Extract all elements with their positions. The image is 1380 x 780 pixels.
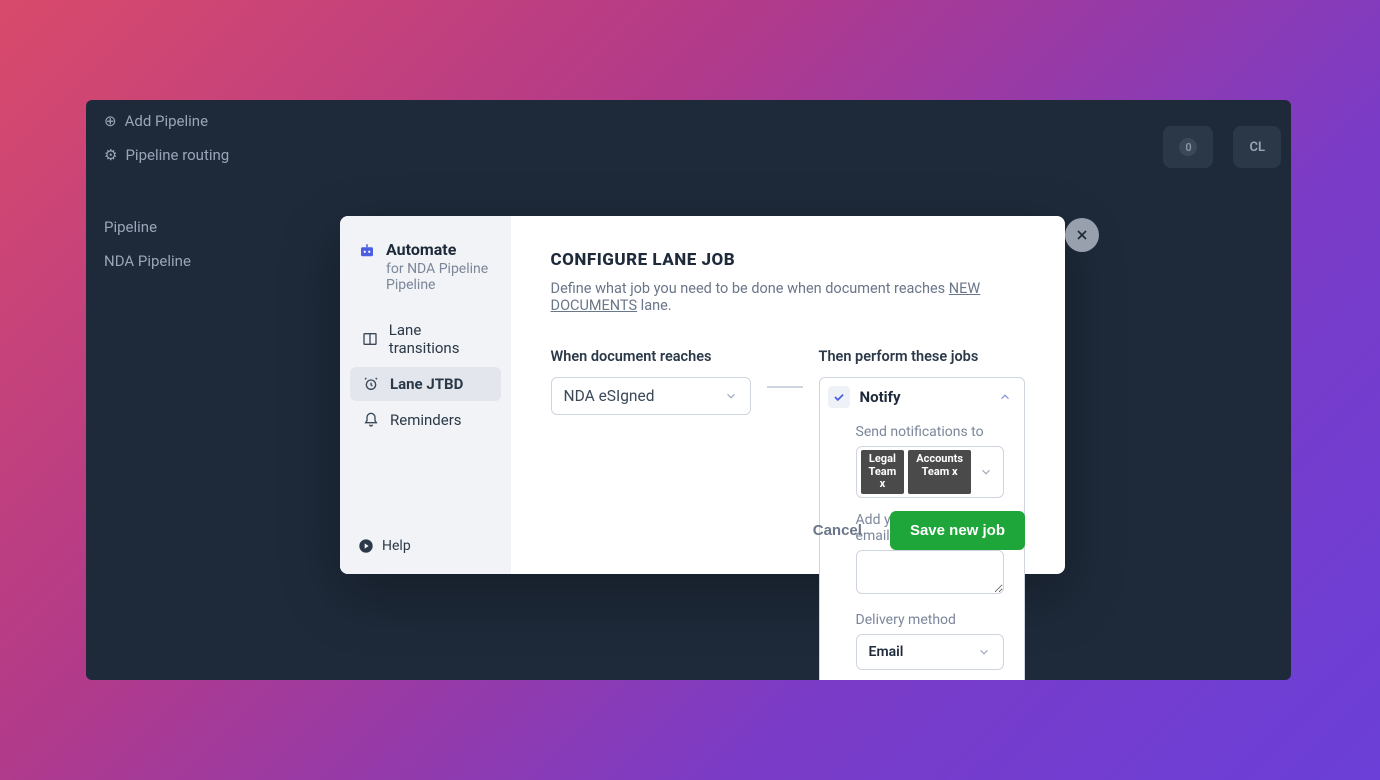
when-column: When document reaches NDA eSIgned	[551, 348, 751, 415]
sidebar-header: Automate for NDA Pipeline Pipeline	[350, 240, 501, 307]
check-icon	[828, 386, 850, 408]
modal-main: CONFIGURE LANE JOB Define what job you n…	[511, 216, 1065, 574]
sidebar-subtitle: for NDA Pipeline Pipeline	[386, 261, 493, 293]
help-link[interactable]: Help	[350, 534, 501, 558]
recipient-tag[interactable]: Accounts Team x	[908, 450, 971, 494]
robot-icon	[358, 242, 376, 293]
delivery-field: Delivery method Email	[856, 612, 1004, 670]
message-textarea[interactable]	[856, 550, 1004, 594]
connector-line	[767, 386, 803, 388]
chevron-down-icon	[724, 389, 738, 403]
save-button[interactable]: Save new job	[890, 511, 1025, 550]
chevron-down-icon	[977, 645, 991, 659]
recipients-select[interactable]: Legal Team x Accounts Team x	[856, 446, 1004, 498]
alarm-icon	[362, 376, 380, 392]
sidebar-item-label: Lane JTBD	[390, 375, 463, 393]
sidebar-item-label: Lane transitions	[389, 321, 489, 357]
sidebar-title: Automate	[386, 240, 493, 259]
sidebar-item-label: Reminders	[390, 411, 462, 429]
chevron-up-icon	[998, 390, 1012, 404]
delivery-select[interactable]: Email	[856, 634, 1004, 670]
delivery-label: Delivery method	[856, 612, 1004, 628]
recipients-field: Send notifications to Legal Team x Accou…	[856, 424, 1004, 498]
cancel-button[interactable]: Cancel	[813, 522, 862, 539]
subtitle-suffix: lane.	[637, 297, 672, 314]
sidebar-item-lane-jtbd[interactable]: Lane JTBD	[350, 367, 501, 401]
page-subtitle: Define what job you need to be done when…	[551, 280, 1025, 314]
sidebar-item-reminders[interactable]: Reminders	[350, 403, 501, 437]
when-select-value: NDA eSIgned	[564, 387, 655, 405]
job-header[interactable]: Notify	[820, 378, 1024, 416]
page-title: CONFIGURE LANE JOB	[551, 250, 1025, 270]
modal-sidebar: Automate for NDA Pipeline Pipeline Lane …	[340, 216, 511, 574]
bell-icon	[362, 412, 380, 428]
automate-modal: Automate for NDA Pipeline Pipeline Lane …	[340, 216, 1065, 574]
delivery-value: Email	[869, 644, 904, 660]
app-window: ⊕ Add Pipeline ⚙ Pipeline routing Pipeli…	[86, 100, 1291, 680]
play-circle-icon	[358, 538, 374, 554]
recipient-tag[interactable]: Legal Team x	[861, 450, 905, 494]
chevron-down-icon	[979, 465, 993, 479]
sidebar-item-lane-transitions[interactable]: Lane transitions	[350, 313, 501, 365]
modal-overlay: Automate for NDA Pipeline Pipeline Lane …	[86, 100, 1291, 680]
close-icon	[1074, 227, 1090, 243]
close-button[interactable]	[1065, 218, 1099, 252]
when-select[interactable]: NDA eSIgned	[551, 377, 751, 415]
subtitle-prefix: Define what job you need to be done when…	[551, 280, 949, 297]
job-title: Notify	[860, 388, 901, 406]
when-label: When document reaches	[551, 348, 751, 365]
columns-icon	[362, 331, 379, 347]
modal-footer: Cancel Save new job	[813, 511, 1025, 550]
then-label: Then perform these jobs	[819, 348, 1025, 365]
recipients-label: Send notifications to	[856, 424, 1004, 440]
help-label: Help	[382, 538, 411, 554]
connector	[751, 386, 819, 388]
sidebar-nav-list: Lane transitions Lane JTBD Reminders	[350, 313, 501, 437]
